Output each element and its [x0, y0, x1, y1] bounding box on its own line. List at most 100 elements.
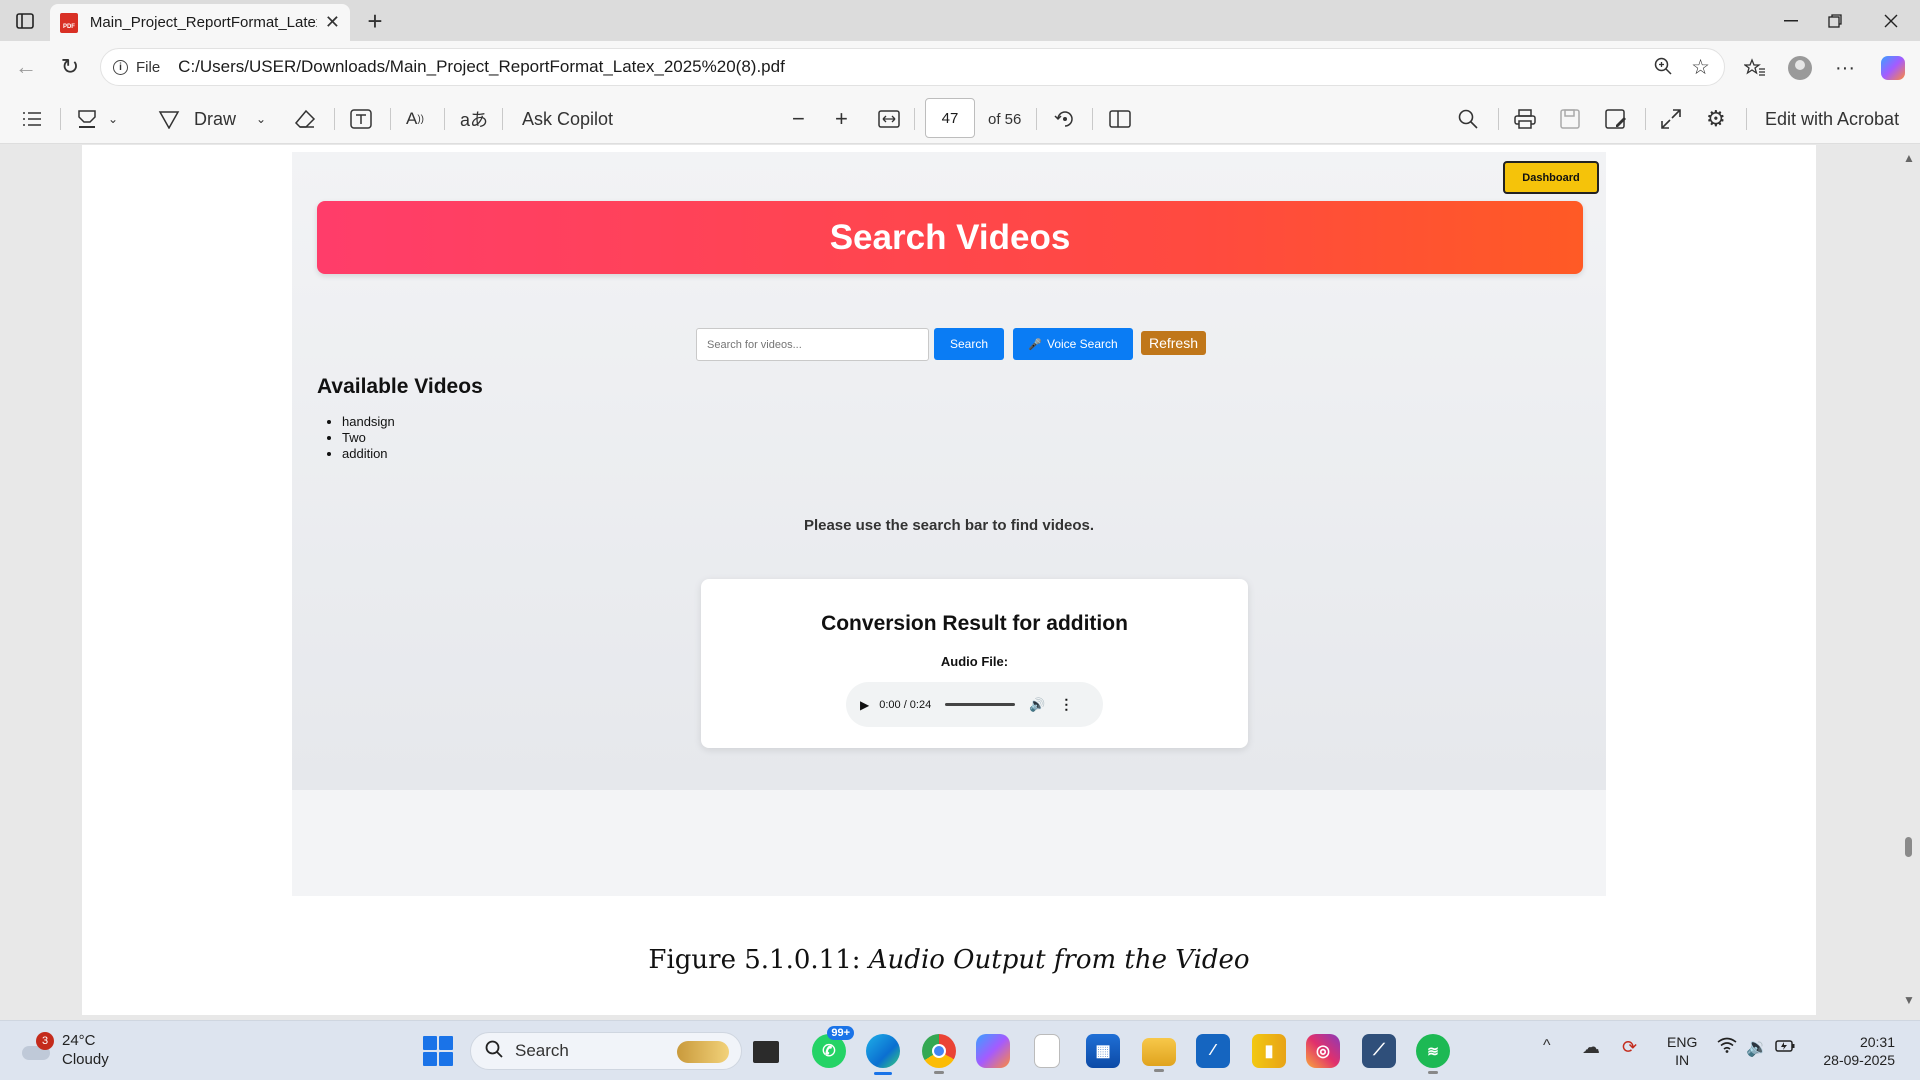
text-box-icon[interactable]	[350, 94, 372, 144]
avatar	[1788, 56, 1812, 80]
edge-browser-icon[interactable]	[866, 1034, 900, 1075]
eraser-icon[interactable]	[294, 94, 316, 144]
weather-widget[interactable]: 3 24°C Cloudy	[20, 1031, 109, 1069]
draw-tool[interactable]: Draw ⌄	[158, 94, 266, 144]
new-tab-button[interactable]: +	[360, 6, 390, 36]
read-aloud-icon[interactable]: A))	[406, 94, 424, 144]
mysql-workbench-icon[interactable]: ⟋	[1362, 1034, 1396, 1068]
seek-bar[interactable]	[945, 703, 1016, 706]
pdf-viewer[interactable]: Dashboard Search Videos Search 🎤 Voice S…	[0, 145, 1920, 1015]
url-scheme-label: File	[136, 58, 161, 76]
info-icon: i	[113, 59, 128, 75]
microphone-icon: 🎤	[1028, 338, 1042, 351]
tab-strip: PDF Main_Project_ReportFormat_Latex_2025…	[0, 0, 1920, 41]
audio-file-label: Audio File:	[940, 654, 1009, 669]
more-options-icon[interactable]: ⋮	[1059, 696, 1073, 713]
list-item: Two	[342, 430, 395, 446]
zoom-icon[interactable]	[1654, 57, 1672, 80]
file-explorer-icon[interactable]	[1142, 1038, 1176, 1072]
back-arrow-icon[interactable]: ←	[10, 51, 42, 83]
fullscreen-icon[interactable]	[1661, 94, 1681, 144]
onedrive-icon[interactable]: ☁	[1582, 1037, 1600, 1058]
battery-icon[interactable]	[1775, 1037, 1795, 1058]
language-indicator[interactable]: ENG IN	[1667, 1033, 1697, 1069]
contents-list-icon[interactable]	[22, 94, 42, 144]
translate-icon[interactable]: aあ	[460, 94, 488, 144]
favorite-star-icon[interactable]: ☆	[1691, 55, 1710, 80]
taskbar-search[interactable]: Search	[470, 1032, 742, 1070]
url-text[interactable]: C:/Users/USER/Downloads/Main_Project_Rep…	[178, 57, 785, 77]
print-icon[interactable]	[1514, 94, 1536, 144]
video-list: handsign Two addition	[342, 414, 395, 462]
address-bar[interactable]: i File C:/Users/USER/Downloads/Main_Proj…	[100, 48, 1725, 86]
task-view-icon[interactable]	[753, 1041, 779, 1063]
page-view-icon[interactable]	[1109, 94, 1131, 144]
scroll-down-arrow-icon[interactable]: ▼	[1903, 993, 1915, 1007]
restore-icon[interactable]	[1820, 8, 1850, 34]
fit-to-width-icon[interactable]	[878, 94, 900, 144]
zoom-out-icon[interactable]: −	[792, 94, 805, 144]
save-icon[interactable]	[1560, 94, 1580, 144]
close-tab-icon[interactable]: ✕	[325, 12, 340, 33]
dashboard-button[interactable]: Dashboard	[1503, 161, 1599, 194]
weather-badge: 3	[36, 1032, 54, 1050]
page-number-input[interactable]: 47	[925, 98, 975, 138]
volume-icon[interactable]: 🔊	[1029, 697, 1045, 713]
favorites-icon[interactable]	[1740, 53, 1770, 83]
refresh-button[interactable]: Refresh	[1141, 331, 1206, 355]
power-bi-icon[interactable]: ▮	[1252, 1034, 1286, 1068]
highlight-tool[interactable]: ⌄	[76, 94, 118, 144]
search-videos-page: Dashboard Search Videos Search 🎤 Voice S…	[292, 152, 1606, 790]
rotate-icon[interactable]	[1054, 94, 1076, 144]
embedded-screenshot: Dashboard Search Videos Search 🎤 Voice S…	[292, 152, 1606, 896]
tab-actions-icon[interactable]	[12, 9, 38, 33]
language-region: IN	[1675, 1052, 1690, 1068]
site-info[interactable]: i File	[113, 59, 160, 76]
editor-app-icon[interactable]: ⁄	[1196, 1034, 1230, 1068]
scroll-thumb[interactable]	[1905, 837, 1912, 857]
clock-date: 28-09-2025	[1823, 1052, 1895, 1068]
chrome-icon[interactable]	[922, 1034, 956, 1074]
reload-icon[interactable]: ↻	[54, 51, 86, 83]
search-input[interactable]	[696, 328, 929, 361]
clock[interactable]: 20:31 28-09-2025	[1810, 1033, 1895, 1069]
settings-more-icon[interactable]: ···	[1830, 53, 1860, 83]
instagram-icon[interactable]: ◎	[1306, 1034, 1340, 1068]
edit-with-acrobat-button[interactable]: Edit with Acrobat	[1765, 94, 1899, 144]
notepad-icon[interactable]	[1034, 1034, 1060, 1068]
copilot-button[interactable]	[1878, 53, 1908, 83]
search-button[interactable]: Search	[934, 328, 1004, 360]
store-icon[interactable]: ▦	[1086, 1034, 1120, 1068]
wifi-icon[interactable]	[1717, 1037, 1737, 1058]
divider	[60, 108, 61, 130]
profile-button[interactable]	[1785, 53, 1815, 83]
close-window-icon[interactable]	[1876, 8, 1906, 34]
spotify-icon[interactable]: ≋	[1416, 1034, 1450, 1074]
chevron-down-icon[interactable]: ⌄	[108, 112, 118, 126]
list-item: addition	[342, 446, 395, 462]
windows-start-icon[interactable]	[423, 1036, 453, 1066]
divider	[390, 108, 391, 130]
volume-icon[interactable]: 🔉	[1746, 1037, 1768, 1058]
browser-tab-active[interactable]: PDF Main_Project_ReportFormat_Latex_2025…	[50, 4, 350, 41]
voice-search-button[interactable]: 🎤 Voice Search	[1013, 328, 1133, 360]
ask-copilot-button[interactable]: Ask Copilot	[522, 94, 613, 144]
audio-player[interactable]: ▶ 0:00 / 0:24 🔊 ⋮	[846, 682, 1103, 727]
gear-icon[interactable]: ⚙	[1706, 94, 1726, 144]
play-icon[interactable]: ▶	[860, 698, 869, 712]
minimize-icon[interactable]	[1776, 8, 1806, 34]
save-as-icon[interactable]	[1605, 94, 1627, 144]
cloud-icon: 3	[20, 1032, 54, 1062]
whatsapp-icon[interactable]: ✆ 99+	[812, 1026, 854, 1068]
show-hidden-icons-chevron[interactable]: ^	[1543, 1037, 1551, 1055]
search-icon[interactable]	[1458, 94, 1478, 144]
scroll-up-arrow-icon[interactable]: ▲	[1903, 151, 1915, 165]
zoom-in-icon[interactable]: +	[835, 94, 848, 144]
chevron-down-icon[interactable]: ⌄	[256, 112, 266, 126]
sync-icon[interactable]: ⟳	[1622, 1037, 1637, 1058]
vertical-scrollbar[interactable]: ▲ ▼	[1896, 145, 1920, 1015]
copilot-app-icon[interactable]	[976, 1034, 1010, 1068]
divider	[1498, 108, 1499, 130]
search-highlight-icon	[677, 1041, 729, 1063]
divider	[502, 108, 503, 130]
